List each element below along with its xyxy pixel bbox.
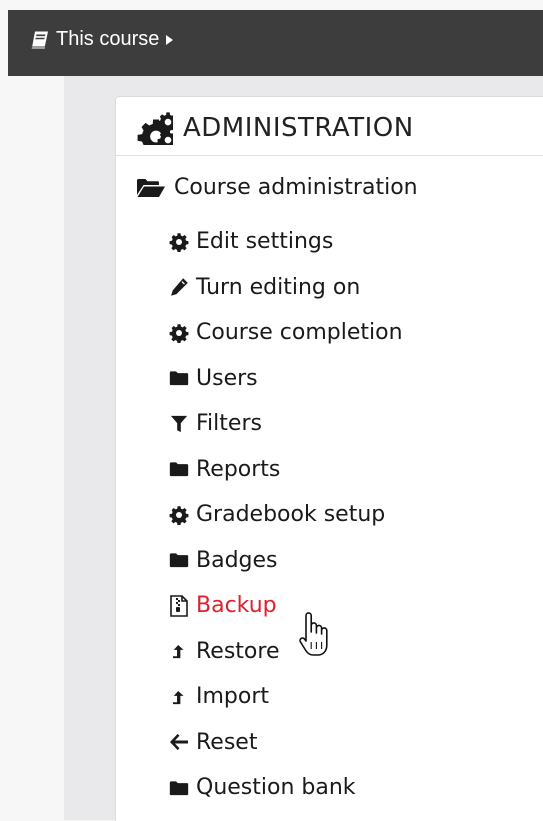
folder-icon <box>168 549 190 571</box>
gradebook-setup-label: Gradebook setup <box>196 502 386 528</box>
gear-icon <box>168 231 190 253</box>
filters-label: Filters <box>196 411 262 437</box>
navbar: This course <box>8 10 543 76</box>
badges-node[interactable]: Badges <box>168 538 403 584</box>
header-divider <box>116 155 543 156</box>
filters-link[interactable]: Filters <box>168 401 403 447</box>
restore-link[interactable]: Restore <box>168 629 403 675</box>
course-administration-label: Course administration <box>174 175 418 200</box>
question-bank-node[interactable]: Question bank <box>168 765 403 811</box>
edit-settings-link[interactable]: Edit settings <box>168 219 403 265</box>
file-archive-icon <box>168 594 190 617</box>
import-link[interactable]: Import <box>168 674 403 720</box>
folder-open-icon <box>137 178 165 197</box>
course-menu-label: This course <box>56 28 160 50</box>
upload-arrow-icon <box>168 640 190 662</box>
cogs-icon <box>133 111 173 145</box>
gear-icon <box>168 322 190 344</box>
gradebook-setup-link[interactable]: Gradebook setup <box>168 492 403 538</box>
course-menu[interactable]: This course <box>30 28 174 51</box>
gear-icon <box>168 504 190 526</box>
restore-label: Restore <box>196 638 280 664</box>
administration-block: ADMINISTRATION Course administration Edi… <box>115 96 543 821</box>
folder-icon <box>168 458 190 480</box>
hand-pointer-icon <box>299 612 328 656</box>
arrow-left-icon <box>168 731 190 753</box>
question-bank-label: Question bank <box>196 775 356 801</box>
filter-icon <box>168 413 190 435</box>
block-title: ADMINISTRATION <box>183 113 414 143</box>
course-completion-label: Course completion <box>196 320 403 346</box>
edit-settings-label: Edit settings <box>196 229 334 255</box>
import-label: Import <box>196 684 270 710</box>
caret-right-icon <box>166 34 174 45</box>
folder-icon <box>168 777 190 799</box>
reports-node[interactable]: Reports <box>168 447 403 493</box>
admin-menu-list: Edit settings Turn editing on Course com… <box>168 219 403 811</box>
reports-label: Reports <box>196 456 281 482</box>
book-icon <box>31 31 48 48</box>
folder-icon <box>168 367 190 389</box>
reset-label: Reset <box>196 729 258 755</box>
users-label: Users <box>196 365 258 391</box>
course-completion-link[interactable]: Course completion <box>168 310 403 356</box>
backup-link[interactable]: Backup <box>168 583 403 629</box>
backup-label: Backup <box>196 593 277 619</box>
turn-editing-on-link[interactable]: Turn editing on <box>168 265 403 311</box>
pencil-icon <box>168 276 190 298</box>
reset-link[interactable]: Reset <box>168 720 403 766</box>
upload-arrow-icon <box>168 686 190 708</box>
course-administration-node[interactable]: Course administration <box>136 175 418 200</box>
block-header: ADMINISTRATION <box>133 111 414 145</box>
turn-editing-on-label: Turn editing on <box>196 274 361 300</box>
page-gutter <box>8 76 64 820</box>
users-node[interactable]: Users <box>168 356 403 402</box>
badges-label: Badges <box>196 547 278 573</box>
